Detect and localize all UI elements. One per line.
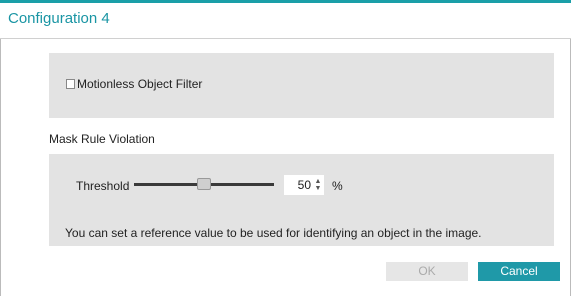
ok-button[interactable]: OK xyxy=(386,262,468,281)
configuration-dialog: Configuration 4 Motionless Object Filter… xyxy=(0,0,571,296)
left-border xyxy=(0,39,1,296)
slider-thumb[interactable] xyxy=(197,178,211,190)
stepper-up-icon[interactable]: ▲ xyxy=(314,178,322,185)
title-divider xyxy=(0,38,571,39)
motionless-filter-checkbox[interactable] xyxy=(66,79,75,89)
threshold-label: Threshold xyxy=(76,179,130,193)
stepper-down-icon[interactable]: ▼ xyxy=(314,185,322,192)
threshold-value: 50 xyxy=(297,178,311,192)
mask-rule-section-label: Mask Rule Violation xyxy=(49,132,155,146)
dialog-title: Configuration 4 xyxy=(8,10,110,27)
threshold-info-text: You can set a reference value to be used… xyxy=(65,226,482,240)
cancel-button[interactable]: Cancel xyxy=(478,262,560,281)
motionless-filter-label: Motionless Object Filter xyxy=(77,77,203,91)
threshold-unit: % xyxy=(332,179,343,193)
threshold-slider[interactable] xyxy=(134,178,274,190)
top-accent-bar xyxy=(0,0,571,3)
motionless-filter-option[interactable]: Motionless Object Filter xyxy=(66,77,202,91)
threshold-stepper[interactable]: 50 ▲ ▼ xyxy=(284,175,324,195)
